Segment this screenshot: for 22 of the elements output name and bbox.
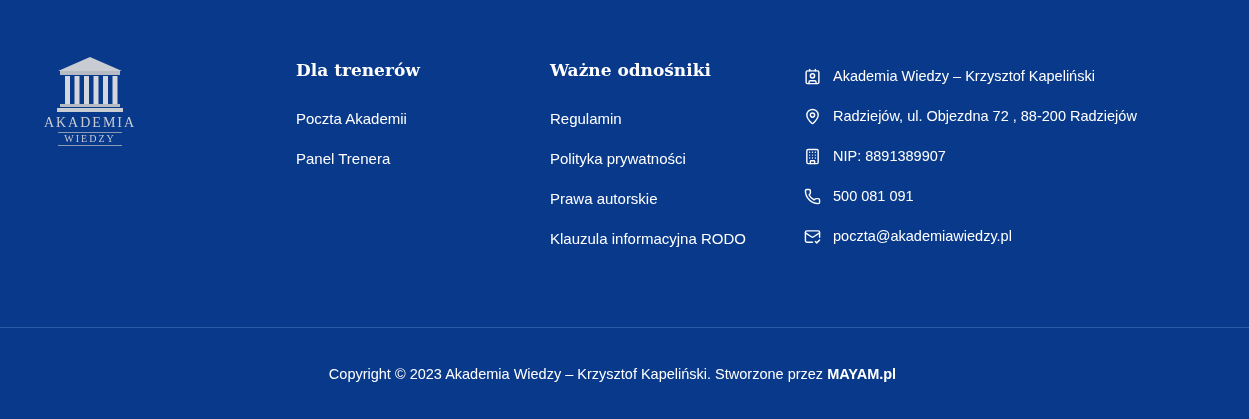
footer-link[interactable]: Poczta Akademii [296, 109, 407, 129]
contact-text: Radziejów, ul. Objezdna 72 , 88-200 Radziejów [833, 107, 1137, 126]
logo-text: AKADEMIA [43, 116, 137, 130]
contact-text: poczta@akademiawiedzy.pl [833, 227, 1012, 246]
temple-logo-icon [56, 57, 124, 113]
contact-card-icon [804, 67, 821, 85]
footer-link[interactable]: Klauzula informacyjna RODO [550, 229, 746, 249]
footer-link[interactable]: Panel Trenera [296, 149, 391, 169]
column-heading: Ważne odnośniki [550, 59, 712, 82]
contact-text: 500 081 091 [833, 187, 914, 206]
footer-link[interactable]: Prawa autorskie [550, 189, 658, 209]
copyright-text: Copyright © 2023 Akademia Wiedzy – Krzysztof Kapeliński. Stworzone przez MAYAM.pl [328, 366, 897, 382]
footer-link[interactable]: Polityka prywatności [550, 149, 686, 169]
column-heading: Dla trenerów [296, 59, 422, 82]
building-icon [804, 147, 821, 165]
mail-check-icon [804, 227, 821, 245]
footer-link[interactable]: Regulamin [550, 109, 622, 129]
logo-subtext: WIEDZY [58, 132, 122, 146]
contact-text: Akademia Wiedzy – Krzysztof Kapeliński [833, 67, 1095, 86]
location-pin-icon [804, 107, 821, 125]
phone-icon [804, 187, 821, 205]
contact-text: NIP: 8891389907 [833, 147, 946, 166]
